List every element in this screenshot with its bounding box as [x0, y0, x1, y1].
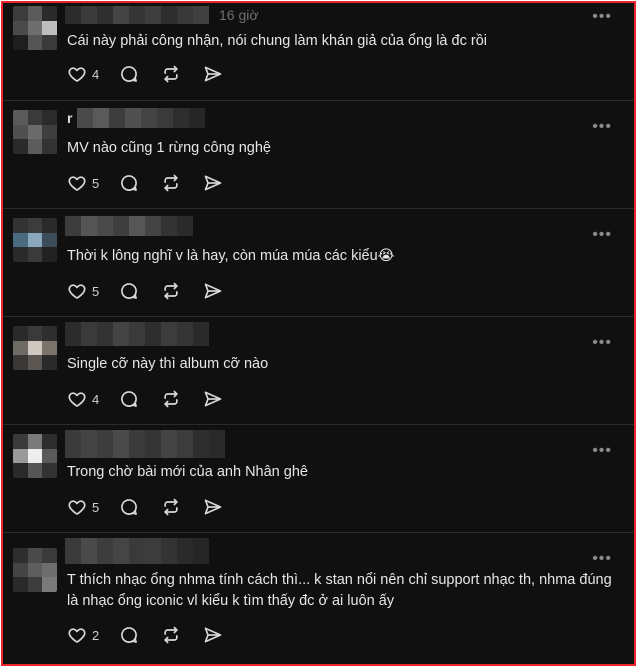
comment-item: r ••• MV nào cũng 1 rừng công nghệ 5: [3, 100, 634, 209]
avatar[interactable]: [13, 110, 57, 154]
heart-icon: [68, 176, 86, 191]
comment-text: Thời k lông nghĩ v là hay, còn múa múa c…: [67, 248, 395, 264]
action-bar: 5: [67, 280, 241, 302]
username-blurred[interactable]: [65, 6, 209, 24]
like-button[interactable]: 4: [67, 389, 103, 409]
comment-item: ••• Trong chờ bài mới của anh Nhân ghê 5: [3, 424, 634, 533]
reply-button[interactable]: [119, 625, 139, 645]
like-count: 4: [92, 391, 100, 407]
comment-icon: [121, 627, 137, 643]
username-blurred[interactable]: [65, 430, 225, 458]
comment-text: Cái này phải công nhận, nói chung làm kh…: [67, 33, 487, 49]
avatar[interactable]: [13, 326, 57, 370]
comment-icon: [121, 499, 137, 515]
action-bar: 4: [67, 63, 241, 85]
heart-icon: [68, 628, 86, 643]
send-icon: [204, 391, 222, 407]
send-icon: [204, 627, 222, 643]
comment-item: ••• T thích nhạc ổng nhma tính cách thì.…: [3, 532, 634, 664]
heart-icon: [68, 284, 86, 299]
share-button[interactable]: [203, 625, 223, 645]
username-initial[interactable]: r: [67, 110, 72, 126]
heart-icon: [68, 392, 86, 407]
repost-icon: [164, 174, 178, 192]
comment-text: MV nào cũng 1 rừng công nghệ: [67, 140, 271, 156]
like-button[interactable]: 5: [67, 497, 103, 517]
reply-button[interactable]: [119, 389, 139, 409]
repost-button[interactable]: [161, 389, 181, 409]
action-bar: 5: [67, 496, 241, 518]
comment-item: ••• Single cỡ này thì album cỡ nào 4: [3, 316, 634, 425]
comment-icon: [121, 391, 137, 407]
avatar[interactable]: [13, 6, 57, 50]
username-blurred[interactable]: [65, 538, 209, 564]
comment-icon: [121, 283, 137, 299]
more-options-button[interactable]: •••: [592, 551, 612, 567]
comment-feed: 16 giờ ••• Cái này phải công nhận, nói c…: [3, 3, 634, 664]
share-button[interactable]: [203, 497, 223, 517]
username-blurred[interactable]: [65, 216, 193, 236]
like-button[interactable]: 5: [67, 173, 103, 193]
repost-button[interactable]: [161, 625, 181, 645]
like-count: 5: [92, 499, 100, 515]
heart-icon: [68, 500, 86, 515]
repost-button[interactable]: [161, 64, 181, 84]
repost-button[interactable]: [161, 281, 181, 301]
send-icon: [204, 66, 222, 82]
like-count: 2: [92, 627, 100, 643]
more-options-button[interactable]: •••: [592, 227, 612, 243]
send-icon: [204, 499, 222, 515]
window-frame: 16 giờ ••• Cái này phải công nhận, nói c…: [1, 1, 636, 666]
repost-button[interactable]: [161, 173, 181, 193]
comment-item: ••• Thời k lông nghĩ v là hay, còn múa m…: [3, 208, 634, 317]
more-options-button[interactable]: •••: [592, 335, 612, 351]
share-button[interactable]: [203, 389, 223, 409]
avatar[interactable]: [13, 548, 57, 592]
send-icon: [204, 175, 222, 191]
action-bar: 5: [67, 172, 241, 194]
reply-button[interactable]: [119, 64, 139, 84]
like-button[interactable]: 2: [67, 625, 103, 645]
comment-text: Trong chờ bài mới của anh Nhân ghê: [67, 464, 308, 480]
avatar[interactable]: [13, 218, 57, 262]
action-bar: 2: [67, 624, 241, 646]
share-button[interactable]: [203, 281, 223, 301]
reply-button[interactable]: [119, 497, 139, 517]
action-bar: 4: [67, 388, 241, 410]
more-options-button[interactable]: •••: [592, 9, 612, 25]
comment-icon: [121, 175, 137, 191]
repost-icon: [164, 498, 178, 516]
heart-icon: [68, 67, 86, 82]
comment-item: 16 giờ ••• Cái này phải công nhận, nói c…: [3, 3, 634, 101]
like-count: 5: [92, 283, 100, 299]
like-count: 5: [92, 175, 100, 191]
username-blurred[interactable]: [65, 322, 209, 346]
repost-icon: [164, 65, 178, 83]
like-button[interactable]: 5: [67, 281, 103, 301]
username-blurred[interactable]: [77, 108, 205, 128]
repost-icon: [164, 390, 178, 408]
avatar[interactable]: [13, 434, 57, 478]
repost-button[interactable]: [161, 497, 181, 517]
comment-text: T thích nhạc ổng nhma tính cách thì... k…: [67, 572, 612, 609]
reply-button[interactable]: [119, 173, 139, 193]
like-button[interactable]: 4: [67, 64, 103, 84]
send-icon: [204, 283, 222, 299]
reply-button[interactable]: [119, 281, 139, 301]
comment-icon: [121, 66, 137, 82]
post-time: 16 giờ: [219, 7, 259, 23]
more-options-button[interactable]: •••: [592, 443, 612, 459]
repost-icon: [164, 282, 178, 300]
repost-icon: [164, 626, 178, 644]
more-options-button[interactable]: •••: [592, 119, 612, 135]
like-count: 4: [92, 66, 100, 82]
share-button[interactable]: [203, 173, 223, 193]
comment-text: Single cỡ này thì album cỡ nào: [67, 356, 269, 372]
share-button[interactable]: [203, 64, 223, 84]
